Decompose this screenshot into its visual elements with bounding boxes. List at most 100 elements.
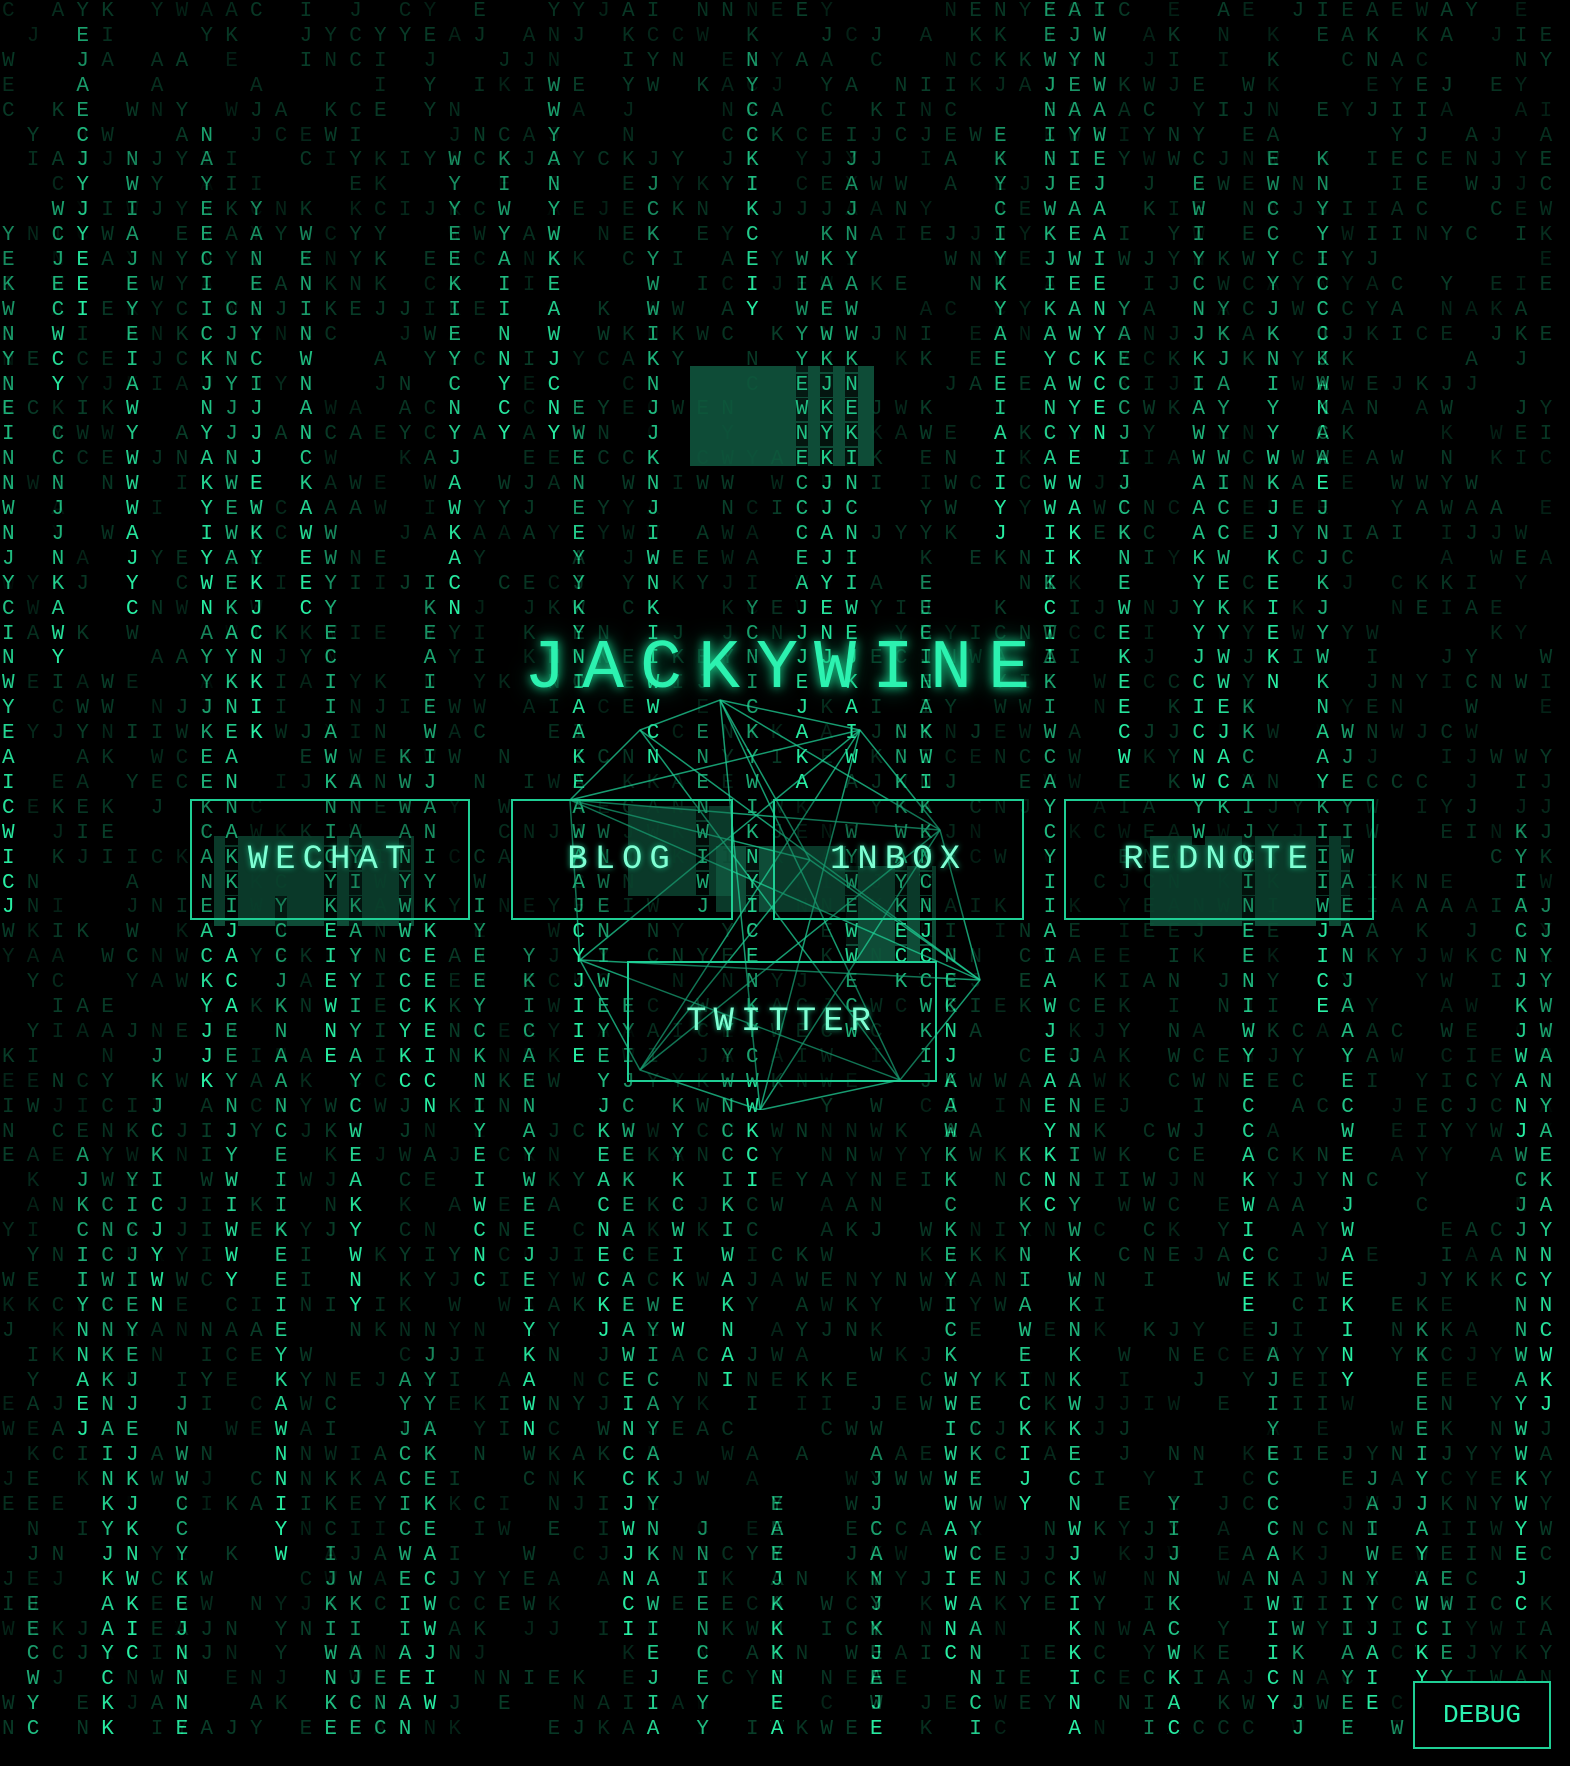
- rain-glyph: C: [200, 946, 213, 970]
- rain-glyph: A: [275, 423, 288, 446]
- rain-glyph: N: [27, 896, 40, 919]
- twitter-button[interactable]: TWITTER: [627, 961, 937, 1082]
- rain-glyph: E: [696, 224, 709, 247]
- rain-glyph: I: [76, 1444, 89, 1467]
- rain-glyph: I: [1416, 1121, 1429, 1144]
- rain-glyph: J: [1539, 1394, 1553, 1418]
- rain-glyph: W: [1192, 423, 1205, 447]
- rain-glyph: J: [250, 125, 263, 148]
- rain-glyph: J: [870, 1693, 883, 1717]
- rain-glyph: C: [1391, 1693, 1404, 1716]
- rain-glyph: N: [746, 49, 759, 73]
- rain-glyph: A: [1242, 1569, 1255, 1592]
- rain-glyph: A: [324, 498, 337, 521]
- rain-glyph: I: [1366, 149, 1379, 172]
- rain-glyph: Y: [1490, 1444, 1503, 1467]
- rain-glyph: K: [572, 597, 585, 621]
- rain-glyph: E: [200, 771, 213, 795]
- rain-glyph: N: [1068, 1170, 1081, 1194]
- rain-glyph: J: [1440, 1444, 1453, 1467]
- rain-glyph: A: [27, 1145, 40, 1168]
- rain-glyph: N: [101, 1046, 114, 1069]
- rain-glyph: I: [27, 1046, 40, 1069]
- rain-glyph: J: [175, 1618, 189, 1642]
- rain-glyph: K: [1267, 1270, 1280, 1293]
- rain-glyph: A: [1118, 100, 1131, 123]
- rain-glyph: A: [1465, 498, 1478, 521]
- rain-glyph: N: [1316, 522, 1329, 546]
- rain-glyph: J: [622, 100, 635, 123]
- rain-glyph: W: [398, 921, 412, 945]
- inbox-button[interactable]: 1NBOX: [773, 799, 1024, 920]
- rain-glyph: N: [225, 448, 238, 472]
- rain-glyph: W: [151, 274, 164, 297]
- rain-glyph: K: [1465, 1270, 1478, 1293]
- rain-glyph: W: [646, 1294, 660, 1318]
- rain-glyph: E: [1044, 1320, 1057, 1343]
- rain-glyph: Y: [1341, 249, 1354, 272]
- rain-glyph: K: [870, 423, 883, 446]
- rain-glyph: Y: [126, 1170, 139, 1194]
- rednote-button[interactable]: REDNOTE: [1064, 799, 1374, 920]
- rain-glyph: E: [423, 1518, 437, 1542]
- rain-glyph: C: [424, 423, 437, 446]
- blog-button[interactable]: BLOG: [511, 799, 733, 920]
- rain-glyph: A: [1242, 771, 1255, 795]
- rain-glyph: K: [1341, 349, 1354, 372]
- rain-glyph: I: [1192, 1668, 1205, 1691]
- rain-glyph: A: [1391, 199, 1404, 222]
- rain-glyph: C: [250, 1469, 263, 1492]
- rain-glyph: N: [374, 722, 387, 745]
- rain-glyph: W: [27, 473, 40, 496]
- rain-glyph: I: [473, 75, 486, 98]
- rain-glyph: I: [423, 1045, 437, 1069]
- rain-glyph: N: [175, 1419, 189, 1443]
- rain-glyph: E: [1242, 1320, 1255, 1343]
- rain-glyph: E: [1416, 1096, 1429, 1119]
- rain-glyph: N: [572, 1693, 585, 1716]
- rain-glyph: J: [151, 448, 164, 471]
- rain-glyph: I: [597, 1519, 610, 1542]
- rain-glyph: A: [225, 1320, 238, 1343]
- rain-glyph: N: [225, 1643, 238, 1666]
- rain-glyph: I: [696, 274, 709, 297]
- rain-glyph: W: [548, 996, 561, 1019]
- rain-glyph: E: [225, 50, 238, 73]
- rain-glyph: A: [1093, 199, 1106, 223]
- rain-glyph: E: [2, 1071, 15, 1094]
- rain-glyph: W: [1514, 1045, 1528, 1069]
- rain-glyph: N: [1267, 772, 1280, 795]
- rain-glyph: Y: [1341, 1045, 1354, 1069]
- rain-glyph: Y: [448, 1320, 461, 1343]
- rain-glyph: K: [448, 273, 461, 297]
- rain-glyph: N: [101, 1319, 114, 1343]
- rain-glyph: I: [1341, 199, 1354, 222]
- rain-glyph: E: [1515, 0, 1528, 23]
- rain-glyph: K: [324, 1693, 337, 1717]
- debug-button[interactable]: DEBUG: [1413, 1681, 1551, 1749]
- rain-glyph: C: [398, 1070, 412, 1094]
- rain-glyph: E: [1068, 273, 1081, 297]
- wechat-button[interactable]: WECHAT: [190, 799, 470, 920]
- rain-glyph: I: [1465, 573, 1478, 596]
- rain-glyph: E: [969, 0, 982, 23]
- rain-glyph: K: [870, 274, 883, 297]
- rain-glyph: A: [746, 1643, 759, 1666]
- rain-glyph: J: [399, 573, 412, 596]
- rain-glyph: A: [1043, 771, 1057, 795]
- rain-glyph: C: [572, 1544, 585, 1567]
- rain-glyph: A: [200, 149, 213, 173]
- rain-glyph: I: [1366, 1071, 1379, 1094]
- rain-glyph: K: [796, 1370, 809, 1393]
- rain-glyph: K: [324, 771, 337, 795]
- rain-glyph: C: [349, 25, 362, 48]
- rain-glyph: E: [597, 1245, 610, 1268]
- rain-glyph: W: [26, 1668, 40, 1692]
- rain-glyph: J: [597, 1345, 610, 1368]
- rain-glyph: Y: [424, 149, 437, 172]
- rain-glyph: I: [1440, 598, 1453, 621]
- rain-glyph: E: [349, 1370, 362, 1393]
- rain-glyph: Y: [150, 1245, 164, 1268]
- rain-glyph: W: [1515, 747, 1528, 770]
- rain-glyph: K: [423, 1444, 437, 1468]
